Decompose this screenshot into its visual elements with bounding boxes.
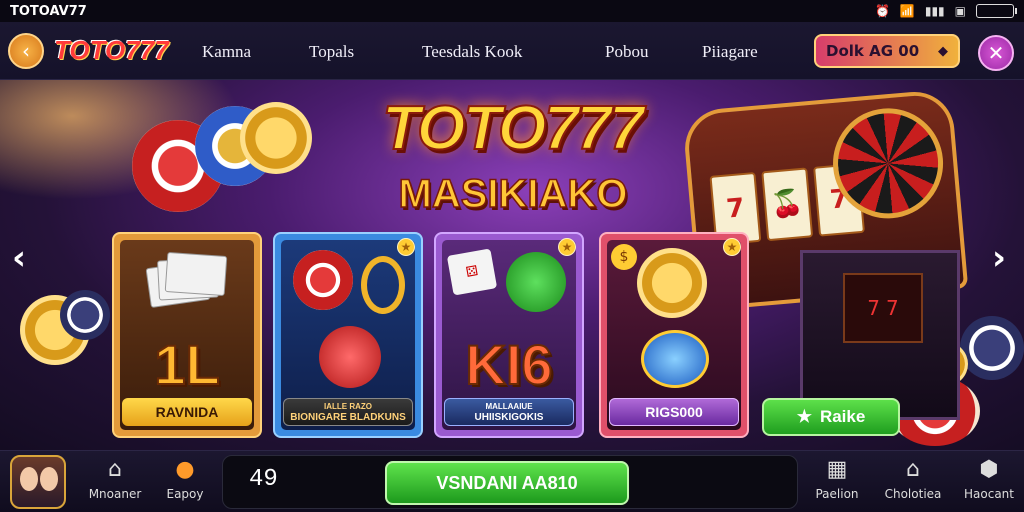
- nav-item-kamna[interactable]: Kamna: [202, 42, 251, 62]
- take-button-label: Raike: [819, 407, 866, 426]
- top-nav: ‹ TOTO777 Kamna Topals Teesdals Kook Pob…: [0, 22, 1024, 80]
- game-card-3[interactable]: ★ ⚄ KI6 MALLAAIUE UHIISKIGOKIS: [434, 232, 584, 438]
- bottom-nav-paelion[interactable]: ▦ Paelion: [802, 455, 872, 502]
- game-card-2[interactable]: ★ IALLE RAZO BIONIGARE BLADKUNS: [273, 232, 423, 438]
- card-label: IALLE RAZO BIONIGARE BLADKUNS: [283, 398, 413, 426]
- hero-stage: 7 🍒 7 77 TOTO777 MASIKIAKO ‹ › 1L RAVNID…: [0, 80, 1024, 450]
- star-icon: ★: [796, 407, 812, 426]
- casino-chip-icon: [293, 250, 353, 310]
- bottom-nav-cholotiea[interactable]: ⌂ Cholotiea: [878, 455, 948, 502]
- bet-button[interactable]: VSNDANI AA810: [385, 461, 629, 505]
- bottom-nav-haocant[interactable]: ⬢ Haocant: [954, 455, 1024, 502]
- battery-icon: [976, 4, 1017, 18]
- coin-stack-icon: [506, 252, 566, 312]
- wifi-icon: 📶: [899, 4, 915, 18]
- carousel-prev-icon[interactable]: ‹: [12, 238, 26, 278]
- wallet-label: Dolk: [826, 42, 864, 60]
- star-icon: ★: [397, 238, 415, 256]
- close-icon: ✕: [987, 41, 1005, 65]
- close-button[interactable]: ✕: [978, 35, 1014, 71]
- nav-item-topals[interactable]: Topals: [309, 42, 354, 62]
- wallet-value: AG 00: [869, 42, 920, 60]
- alarm-icon: ⏰: [874, 4, 890, 18]
- red-purse-icon: [319, 326, 381, 388]
- chevron-left-icon: ‹: [22, 38, 30, 63]
- gem-icon: ◆: [938, 43, 948, 59]
- avatar[interactable]: [10, 455, 66, 509]
- status-bar: TOTOAV77 ⏰ 📶 ▮▮▮ ▣: [0, 0, 1024, 22]
- slot-reel: 🍒: [761, 167, 814, 242]
- orange-circle-icon: ●: [175, 456, 195, 482]
- nav-item-pobou[interactable]: Pobou: [605, 42, 648, 62]
- bet-value: 49: [249, 466, 278, 493]
- bottom-nav-eapoy[interactable]: ● Eapoy: [150, 455, 220, 502]
- casino-chip-icon: [960, 316, 1024, 380]
- house-icon: ⌂: [906, 456, 920, 482]
- bet-panel: 49 VSNDANI AA810: [222, 455, 798, 509]
- take-button[interactable]: ★ Raike: [762, 398, 900, 436]
- gold-coins-icon: [637, 248, 707, 318]
- sim-icon: ▣: [954, 4, 966, 18]
- coin-icon: $: [611, 244, 637, 270]
- casino-chip-icon: [240, 102, 312, 174]
- game-card-4[interactable]: ★ $ RIGS000: [599, 232, 749, 438]
- playing-cards-icon: [145, 251, 228, 308]
- wallet-button[interactable]: Dolk AG 00 ◆: [814, 34, 960, 68]
- home-shield-icon: ⌂: [108, 456, 122, 482]
- signal-icon: ▮▮▮: [924, 4, 945, 18]
- bottom-bar: ⌂ Mnoaner ● Eapoy 49 VSNDANI AA810 ▦ Pae…: [0, 450, 1024, 512]
- hero-title: TOTO777: [381, 94, 644, 163]
- nav-item-piiagare[interactable]: Piiagare: [702, 42, 758, 62]
- card-label: RAVNIDA: [122, 398, 252, 426]
- app-logo[interactable]: TOTO777: [54, 35, 169, 66]
- dice-icon: ⚄: [446, 248, 498, 296]
- card-big-text: 1L: [153, 332, 220, 397]
- slot-cabinet-illustration: 77: [800, 250, 960, 420]
- back-button[interactable]: ‹: [8, 32, 44, 69]
- system-icons: ⏰ 📶 ▮▮▮ ▣: [874, 4, 1017, 18]
- ring-icon: [361, 256, 405, 314]
- casino-chip-icon: [60, 290, 110, 340]
- status-app-name: TOTOAV77: [10, 3, 87, 19]
- bottom-nav-mnoaner[interactable]: ⌂ Mnoaner: [80, 455, 150, 502]
- nav-item-teesdals-kook[interactable]: Teesdals Kook: [422, 42, 522, 62]
- card-label: RIGS000: [609, 398, 739, 426]
- star-icon: ★: [723, 238, 741, 256]
- chart-icon: ▦: [826, 456, 848, 482]
- star-icon: ★: [558, 238, 576, 256]
- hero-subtitle: MASIKIAKO: [398, 171, 628, 217]
- slot-screen: 77: [843, 273, 923, 343]
- card-big-text: KI6: [464, 332, 553, 397]
- blue-gem-icon: [641, 330, 709, 388]
- card-label: MALLAAIUE UHIISKIGOKIS: [444, 398, 574, 426]
- game-card-1[interactable]: 1L RAVNIDA: [112, 232, 262, 438]
- settings-gear-icon: ⬢: [979, 456, 999, 482]
- carousel-next-icon[interactable]: ›: [992, 238, 1006, 278]
